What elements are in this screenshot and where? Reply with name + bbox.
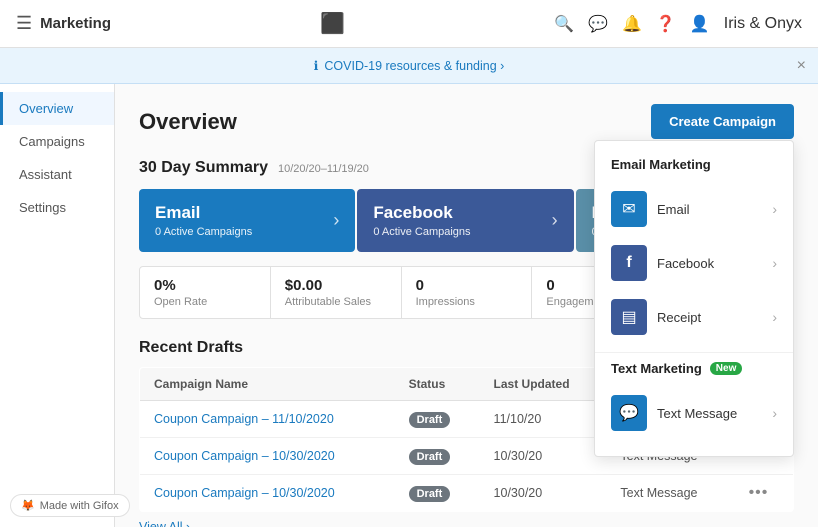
email-marketing-label: Email Marketing [595, 157, 793, 182]
stat-sales: $0.00 Attributable Sales [271, 267, 402, 318]
hamburger-icon[interactable]: ☰ [16, 13, 32, 34]
email-chevron-icon: › [772, 201, 777, 217]
user-icon[interactable]: 👤 [690, 14, 710, 34]
table-row: Coupon Campaign – 10/30/2020 Draft 10/30… [140, 475, 794, 512]
draft-badge-3: Draft [409, 486, 451, 502]
gifox-label: Made with Gifox [40, 500, 119, 512]
stat-impressions: 0 Impressions [402, 267, 533, 318]
stat-sales-value: $0.00 [285, 277, 387, 294]
draft-date-3: 10/30/20 [480, 475, 607, 512]
main-content: Overview Create Campaign 30 Day Summary … [115, 84, 818, 527]
new-badge: New [710, 362, 743, 375]
receipt-chevron-icon: › [772, 309, 777, 325]
facebook-card-arrow: › [552, 210, 558, 231]
draft-badge-1: Draft [409, 412, 451, 428]
stat-impressions-label: Impressions [416, 296, 518, 308]
covid-banner: ℹ COVID-19 resources & funding › × [0, 48, 818, 84]
chat-icon[interactable]: 💬 [588, 14, 608, 34]
bell-icon[interactable]: 🔔 [622, 14, 642, 34]
stat-sales-label: Attributable Sales [285, 296, 387, 308]
dropdown-item-sms[interactable]: 💬 Text Message › [595, 386, 793, 440]
logo-icon: ⬛ [320, 11, 345, 36]
gifox-badge: 🦊 Made with Gifox [10, 494, 130, 517]
draft-link-1[interactable]: Coupon Campaign – 11/10/2020 [154, 412, 334, 426]
sidebar-item-assistant[interactable]: Assistant [0, 158, 114, 191]
dropdown-receipt-label: Receipt [657, 310, 762, 325]
email-dropdown-icon: ✉ [611, 191, 647, 227]
dropdown-facebook-label: Facebook [657, 256, 762, 271]
dropdown-item-facebook[interactable]: f Facebook › [595, 236, 793, 290]
facebook-card[interactable]: Facebook 0 Active Campaigns › [357, 189, 573, 252]
draft-date-2: 10/30/20 [480, 438, 607, 475]
receipt-dropdown-icon: ▤ [611, 299, 647, 335]
stat-open-rate: 0% Open Rate [140, 267, 271, 318]
dropdown-sms-label: Text Message [657, 406, 762, 421]
sidebar-item-overview[interactable]: Overview [0, 92, 114, 125]
draft-menu-3[interactable]: ••• [749, 484, 769, 502]
col-last-updated: Last Updated [480, 368, 607, 401]
col-campaign-name: Campaign Name [140, 368, 395, 401]
email-card[interactable]: Email 0 Active Campaigns › [139, 189, 355, 252]
view-all-link[interactable]: View All › [139, 520, 190, 527]
email-card-title: Email [155, 203, 252, 223]
col-status: Status [395, 368, 480, 401]
facebook-card-sub: 0 Active Campaigns [373, 226, 470, 238]
draft-link-2[interactable]: Coupon Campaign – 10/30/2020 [154, 449, 335, 463]
draft-link-3[interactable]: Coupon Campaign – 10/30/2020 [154, 486, 335, 500]
email-card-arrow: › [333, 210, 339, 231]
dropdown-item-email[interactable]: ✉ Email › [595, 182, 793, 236]
sms-dropdown-icon: 💬 [611, 395, 647, 431]
stat-impressions-value: 0 [416, 277, 518, 294]
banner-link[interactable]: ℹ COVID-19 resources & funding › [314, 58, 505, 73]
summary-title: 30 Day Summary [139, 159, 268, 177]
stat-open-rate-value: 0% [154, 277, 256, 294]
nav-right: 🔍 💬 🔔 ❓ 👤 Iris & Onyx [554, 14, 802, 34]
search-icon[interactable]: 🔍 [554, 14, 574, 34]
page-title: Overview [139, 109, 237, 135]
create-campaign-button[interactable]: Create Campaign [651, 104, 794, 139]
top-nav: ☰ Marketing ⬛ 🔍 💬 🔔 ❓ 👤 Iris & Onyx [0, 0, 818, 48]
dropdown-divider [595, 352, 793, 353]
sidebar: Overview Campaigns Assistant Settings [0, 84, 115, 527]
facebook-card-title: Facebook [373, 203, 470, 223]
nav-left: ☰ Marketing [16, 13, 111, 34]
help-icon[interactable]: ❓ [656, 14, 676, 34]
facebook-chevron-icon: › [772, 255, 777, 271]
banner-icon: ℹ [314, 58, 319, 73]
stat-open-rate-label: Open Rate [154, 296, 256, 308]
banner-text: COVID-19 resources & funding › [324, 59, 504, 73]
draft-badge-2: Draft [409, 449, 451, 465]
draft-type-3: Text Message [606, 475, 734, 512]
app-title: Marketing [40, 15, 111, 32]
gifox-icon: 🦊 [21, 499, 35, 512]
page-header: Overview Create Campaign [139, 104, 794, 139]
summary-dates: 10/20/20–11/19/20 [278, 163, 369, 175]
sidebar-item-campaigns[interactable]: Campaigns [0, 125, 114, 158]
banner-close-icon[interactable]: × [797, 57, 806, 75]
email-card-sub: 0 Active Campaigns [155, 226, 252, 238]
sidebar-item-settings[interactable]: Settings [0, 191, 114, 224]
text-marketing-label: Text Marketing [611, 361, 702, 376]
fb-dropdown-icon: f [611, 245, 647, 281]
dropdown-email-label: Email [657, 202, 762, 217]
sms-chevron-icon: › [772, 405, 777, 421]
dropdown-item-receipt[interactable]: ▤ Receipt › [595, 290, 793, 344]
campaign-type-dropdown: Email Marketing ✉ Email › f Facebook › ▤… [594, 140, 794, 457]
text-marketing-header: Text Marketing New [595, 361, 793, 386]
user-name[interactable]: Iris & Onyx [724, 15, 802, 33]
draft-date-1: 11/10/20 [480, 401, 607, 438]
main-layout: Overview Campaigns Assistant Settings Ov… [0, 84, 818, 527]
